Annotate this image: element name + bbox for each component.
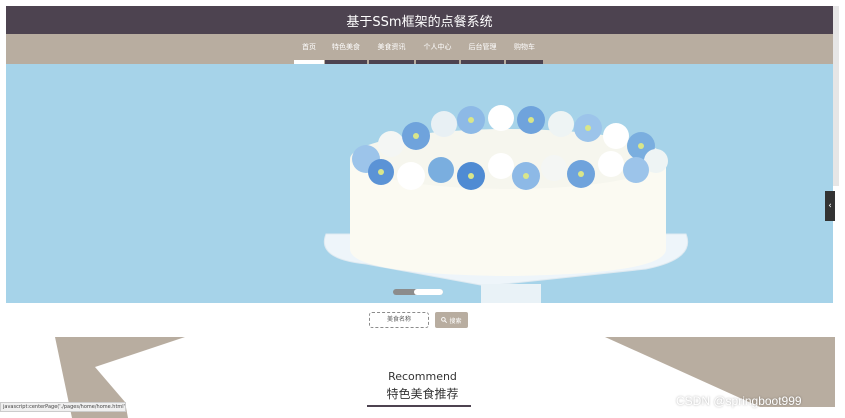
nav-label-admin: 后台管理	[468, 43, 497, 51]
site-header: 基于SSm框架的点餐系统	[6, 6, 833, 34]
side-collapse-tab[interactable]: ‹	[825, 191, 835, 221]
nav-label-food-news: 美食资讯	[377, 43, 406, 51]
nav-label-featured-food: 特色美食	[332, 43, 360, 51]
nav-item-personal-center[interactable]: 个人中心	[416, 34, 459, 64]
nav-item-admin[interactable]: 后台管理	[461, 34, 504, 64]
carousel-indicator[interactable]	[393, 289, 443, 295]
nav-item-food-news[interactable]: 美食资讯	[369, 34, 414, 64]
carousel-indicator-active[interactable]	[414, 289, 443, 295]
nav-label-home: 首页	[302, 43, 316, 51]
recommend-title-en: Recommend	[388, 370, 457, 383]
nav-label-cart: 购物车	[514, 43, 535, 51]
nav-item-featured-food[interactable]: 特色美食	[325, 34, 367, 64]
hero-carousel[interactable]	[6, 64, 833, 303]
nav-item-cart[interactable]: 购物车	[506, 34, 543, 64]
chevron-left-icon: ‹	[828, 201, 832, 211]
search-button-label: 搜索	[449, 317, 462, 325]
search-icon	[441, 317, 448, 323]
page-scrollbar[interactable]	[833, 6, 839, 186]
recommend-underline	[367, 405, 471, 407]
search-button[interactable]: 搜索	[435, 312, 468, 328]
watermark-text: CSDN @springboot999	[676, 394, 802, 408]
status-bar-url: javascript:centerPage('./pages/home/home…	[0, 402, 126, 412]
search-placeholder: 美食名称	[386, 316, 411, 323]
search-input[interactable]: 美食名称	[369, 312, 429, 328]
nav-item-home[interactable]: 首页	[294, 34, 324, 64]
cake-image	[324, 105, 688, 303]
nav-label-personal-center: 个人中心	[423, 43, 452, 51]
site-title: 基于SSm框架的点餐系统	[346, 14, 493, 30]
main-nav: 首页 特色美食 美食资讯 个人中心 后台管理 购物车	[6, 34, 833, 64]
